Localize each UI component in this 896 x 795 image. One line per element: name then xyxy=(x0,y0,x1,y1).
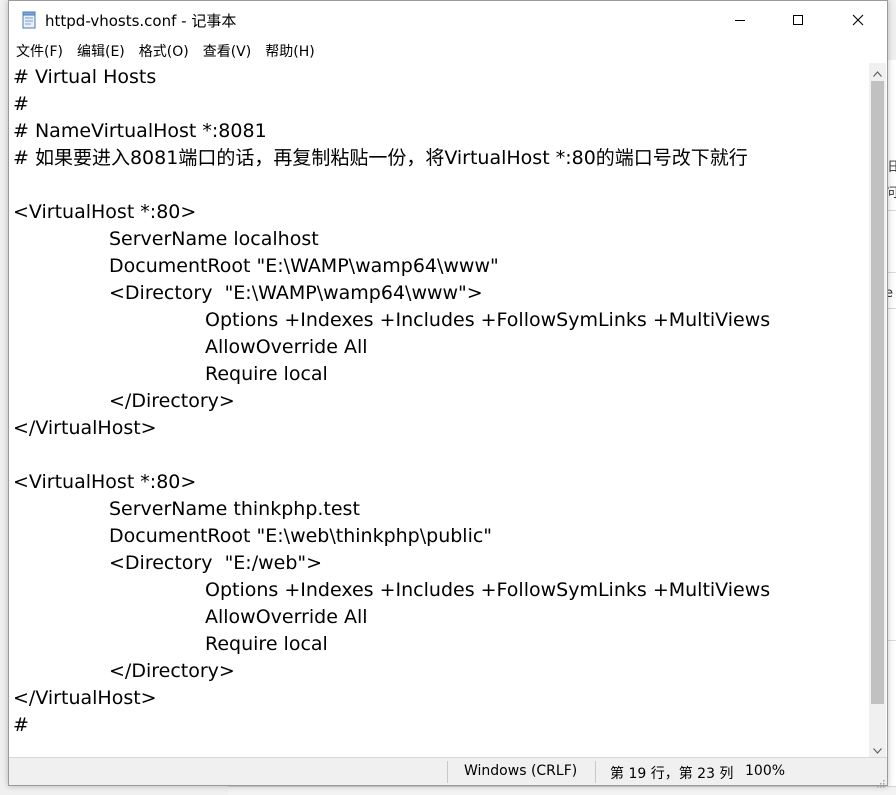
title-bar[interactable]: httpd-vhosts.conf - 记事本 xyxy=(9,1,887,39)
status-zoom: 100% xyxy=(745,763,786,779)
minimize-icon xyxy=(734,11,746,30)
close-button[interactable] xyxy=(829,1,887,39)
window-title: httpd-vhosts.conf - 记事本 xyxy=(45,12,237,30)
menu-help[interactable]: 帮助(H) xyxy=(258,41,321,61)
notepad-window: httpd-vhosts.conf - 记事本 文件(F) 编辑(E) 格式(O… xyxy=(8,0,888,788)
maximize-icon xyxy=(792,11,804,30)
chevron-down-icon xyxy=(873,739,882,758)
editor-line: # 如果要进入8081端口的话，再复制粘贴一份，将VirtualHost *:8… xyxy=(13,147,748,169)
menu-format[interactable]: 格式(O) xyxy=(132,41,196,61)
scrollbar-thumb[interactable] xyxy=(871,81,884,704)
chevron-up-icon xyxy=(873,62,882,81)
scroll-down-button[interactable] xyxy=(869,740,886,757)
status-bar: Windows (CRLF) 第 19 行，第 23 列 100% xyxy=(9,757,887,788)
editor-line: AllowOverride All xyxy=(205,606,368,628)
editor-line: </VirtualHost> xyxy=(13,417,157,439)
status-line-ending: Windows (CRLF) xyxy=(464,763,578,779)
menu-file[interactable]: 文件(F) xyxy=(9,41,70,61)
editor-line: Options +Indexes +Includes +FollowSymLin… xyxy=(205,579,771,601)
maximize-button[interactable] xyxy=(769,1,827,39)
status-separator xyxy=(447,761,448,783)
editor-line: # NameVirtualHost *:8081 xyxy=(13,120,267,142)
editor-line: <Directory "E:\WAMP\wamp64\www"> xyxy=(109,282,483,304)
editor-line: <VirtualHost *:80> xyxy=(13,471,197,493)
status-cursor-position: 第 19 行，第 23 列 xyxy=(610,766,734,782)
editor-line: </Directory> xyxy=(109,660,235,682)
editor-line: DocumentRoot "E:\WAMP\wamp64\www" xyxy=(109,255,499,277)
close-icon xyxy=(852,11,864,30)
editor-line: # Virtual Hosts xyxy=(13,66,157,88)
resize-grip-icon[interactable] xyxy=(875,773,885,788)
editor-line: ServerName localhost xyxy=(109,228,319,250)
menu-view[interactable]: 查看(V) xyxy=(196,41,259,61)
editor-line: </VirtualHost> xyxy=(13,687,157,709)
scroll-up-button[interactable] xyxy=(869,63,886,80)
menu-edit[interactable]: 编辑(E) xyxy=(70,41,132,61)
editor-line: Require local xyxy=(205,363,328,385)
editor-line: # xyxy=(13,93,29,115)
editor-line: Require local xyxy=(205,633,328,655)
editor-line: AllowOverride All xyxy=(205,336,368,358)
editor-line: # xyxy=(13,714,29,736)
editor-line: DocumentRoot "E:\web\thinkphp\public" xyxy=(109,525,493,547)
editor-line: <VirtualHost *:80> xyxy=(13,201,197,223)
status-separator xyxy=(595,761,596,783)
menu-bar: 文件(F) 编辑(E) 格式(O) 查看(V) 帮助(H) xyxy=(9,39,887,63)
editor-line: ServerName thinkphp.test xyxy=(109,498,360,520)
vertical-scrollbar[interactable] xyxy=(869,63,886,757)
editor-line: <Directory "E:/web"> xyxy=(109,552,323,574)
minimize-button[interactable] xyxy=(711,1,769,39)
notepad-icon xyxy=(20,11,38,29)
text-editor[interactable]: # Virtual Hosts # # NameVirtualHost *:8081… xyxy=(9,63,869,757)
editor-line: </Directory> xyxy=(109,390,235,412)
editor-line: Options +Indexes +Includes +FollowSymLin… xyxy=(205,309,771,331)
